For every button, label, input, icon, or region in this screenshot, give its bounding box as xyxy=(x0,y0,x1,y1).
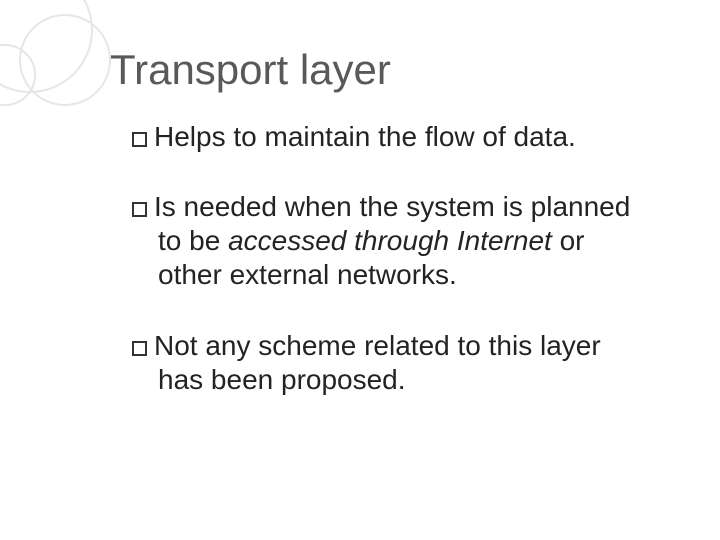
bullet-text-italic: accessed through Internet xyxy=(228,225,552,256)
bullet-item: Not any scheme related to this layer has… xyxy=(132,329,650,397)
square-bullet-icon xyxy=(132,341,147,356)
bullet-item: Is needed when the system is planned to … xyxy=(132,190,650,292)
square-bullet-icon xyxy=(132,202,147,217)
bullet-list: Helps to maintain the flow of data. Is n… xyxy=(110,120,650,397)
slide-title: Transport layer xyxy=(110,46,650,94)
bullet-text: Helps to maintain the flow of data. xyxy=(154,121,576,152)
bullet-item: Helps to maintain the flow of data. xyxy=(132,120,650,154)
bullet-text: Not any scheme related to this layer has… xyxy=(154,330,601,395)
slide-content: Transport layer Helps to maintain the fl… xyxy=(0,0,720,463)
square-bullet-icon xyxy=(132,132,147,147)
